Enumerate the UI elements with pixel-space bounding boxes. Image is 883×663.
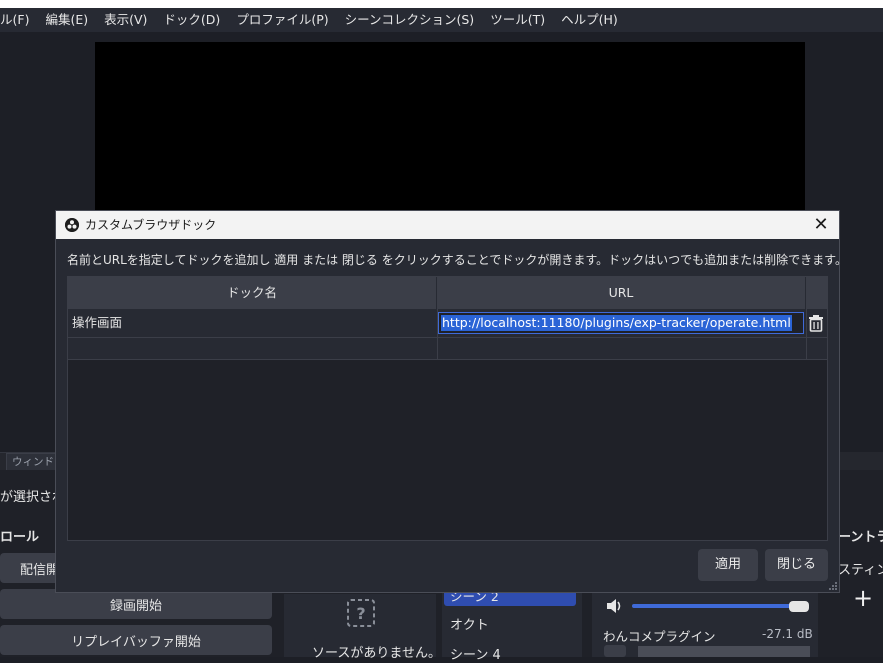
- obs-logo-icon: [65, 218, 79, 232]
- docks-table: ドック名 URL 操作画面 http://localhost:11180/plu…: [67, 276, 828, 541]
- transition-select[interactable]: スティンガ: [838, 559, 883, 578]
- menu-help[interactable]: ヘルプ(H): [553, 8, 626, 32]
- menu-profile[interactable]: プロファイル(P): [228, 8, 336, 32]
- resize-grip-icon[interactable]: [829, 582, 837, 590]
- custom-browser-docks-dialog: カスタムブラウザドック ✕ 名前とURLを指定してドックを追加し 適用 または …: [55, 210, 847, 593]
- audio-level: -27.1 dB: [762, 627, 813, 641]
- audio-meter: [638, 646, 810, 657]
- start-recording-button[interactable]: 録画開始: [0, 589, 272, 619]
- audio-source-name: わんコメプラグイン: [603, 629, 716, 644]
- table-row-empty[interactable]: [68, 337, 827, 360]
- dock-name-cell[interactable]: 操作画面: [72, 309, 122, 337]
- svg-text:?: ?: [356, 604, 365, 623]
- add-transition-button[interactable]: +: [848, 584, 878, 612]
- speaker-icon[interactable]: [604, 596, 624, 616]
- menu-docks[interactable]: ドック(D): [155, 8, 228, 32]
- title-strip: [0, 0, 883, 8]
- preview-canvas[interactable]: [95, 42, 805, 210]
- menu-tools[interactable]: ツール(T): [482, 8, 553, 32]
- close-button[interactable]: 閉じる: [765, 549, 828, 581]
- menu-file[interactable]: ル(F): [0, 8, 37, 32]
- menu-scene-collection[interactable]: シーンコレクション(S): [337, 8, 483, 32]
- column-header-url[interactable]: URL: [437, 277, 806, 309]
- scene-item[interactable]: オクト: [450, 614, 489, 633]
- column-header-actions: [806, 277, 827, 309]
- transitions-title: ーントラン: [838, 530, 883, 545]
- dialog-titlebar[interactable]: カスタムブラウザドック ✕: [56, 211, 839, 239]
- url-input[interactable]: http://localhost:11180/plugins/exp-track…: [438, 312, 804, 334]
- apply-button[interactable]: 適用: [698, 549, 758, 581]
- volume-slider[interactable]: [632, 604, 800, 608]
- audio-menu-button[interactable]: [604, 645, 626, 657]
- close-icon[interactable]: ✕: [811, 215, 831, 235]
- start-replay-buffer-button[interactable]: リプレイバッファ開始: [0, 625, 272, 655]
- no-sources-text: ソースがありません。: [312, 646, 441, 661]
- trash-icon[interactable]: [808, 314, 824, 332]
- url-selected-text: http://localhost:11180/plugins/exp-track…: [441, 315, 792, 331]
- column-header-dock-name[interactable]: ドック名: [68, 277, 437, 309]
- question-icon: ?: [347, 599, 375, 627]
- column-divider: [806, 309, 807, 360]
- menu-edit[interactable]: 編集(E): [37, 8, 96, 32]
- controls-title: ロール: [0, 530, 40, 545]
- dialog-title: カスタムブラウザドック: [85, 218, 217, 232]
- right-dock-strip: [840, 452, 883, 470]
- menu-view[interactable]: 表示(V): [96, 8, 155, 32]
- scene-item[interactable]: シーン 4: [450, 644, 501, 663]
- volume-slider-handle[interactable]: [789, 601, 809, 612]
- menubar: ル(F) 編集(E) 表示(V) ドック(D) プロファイル(P) シーンコレク…: [0, 8, 883, 32]
- dialog-description: 名前とURLを指定してドックを追加し 適用 または 閉じる をクリックすることで…: [67, 253, 847, 267]
